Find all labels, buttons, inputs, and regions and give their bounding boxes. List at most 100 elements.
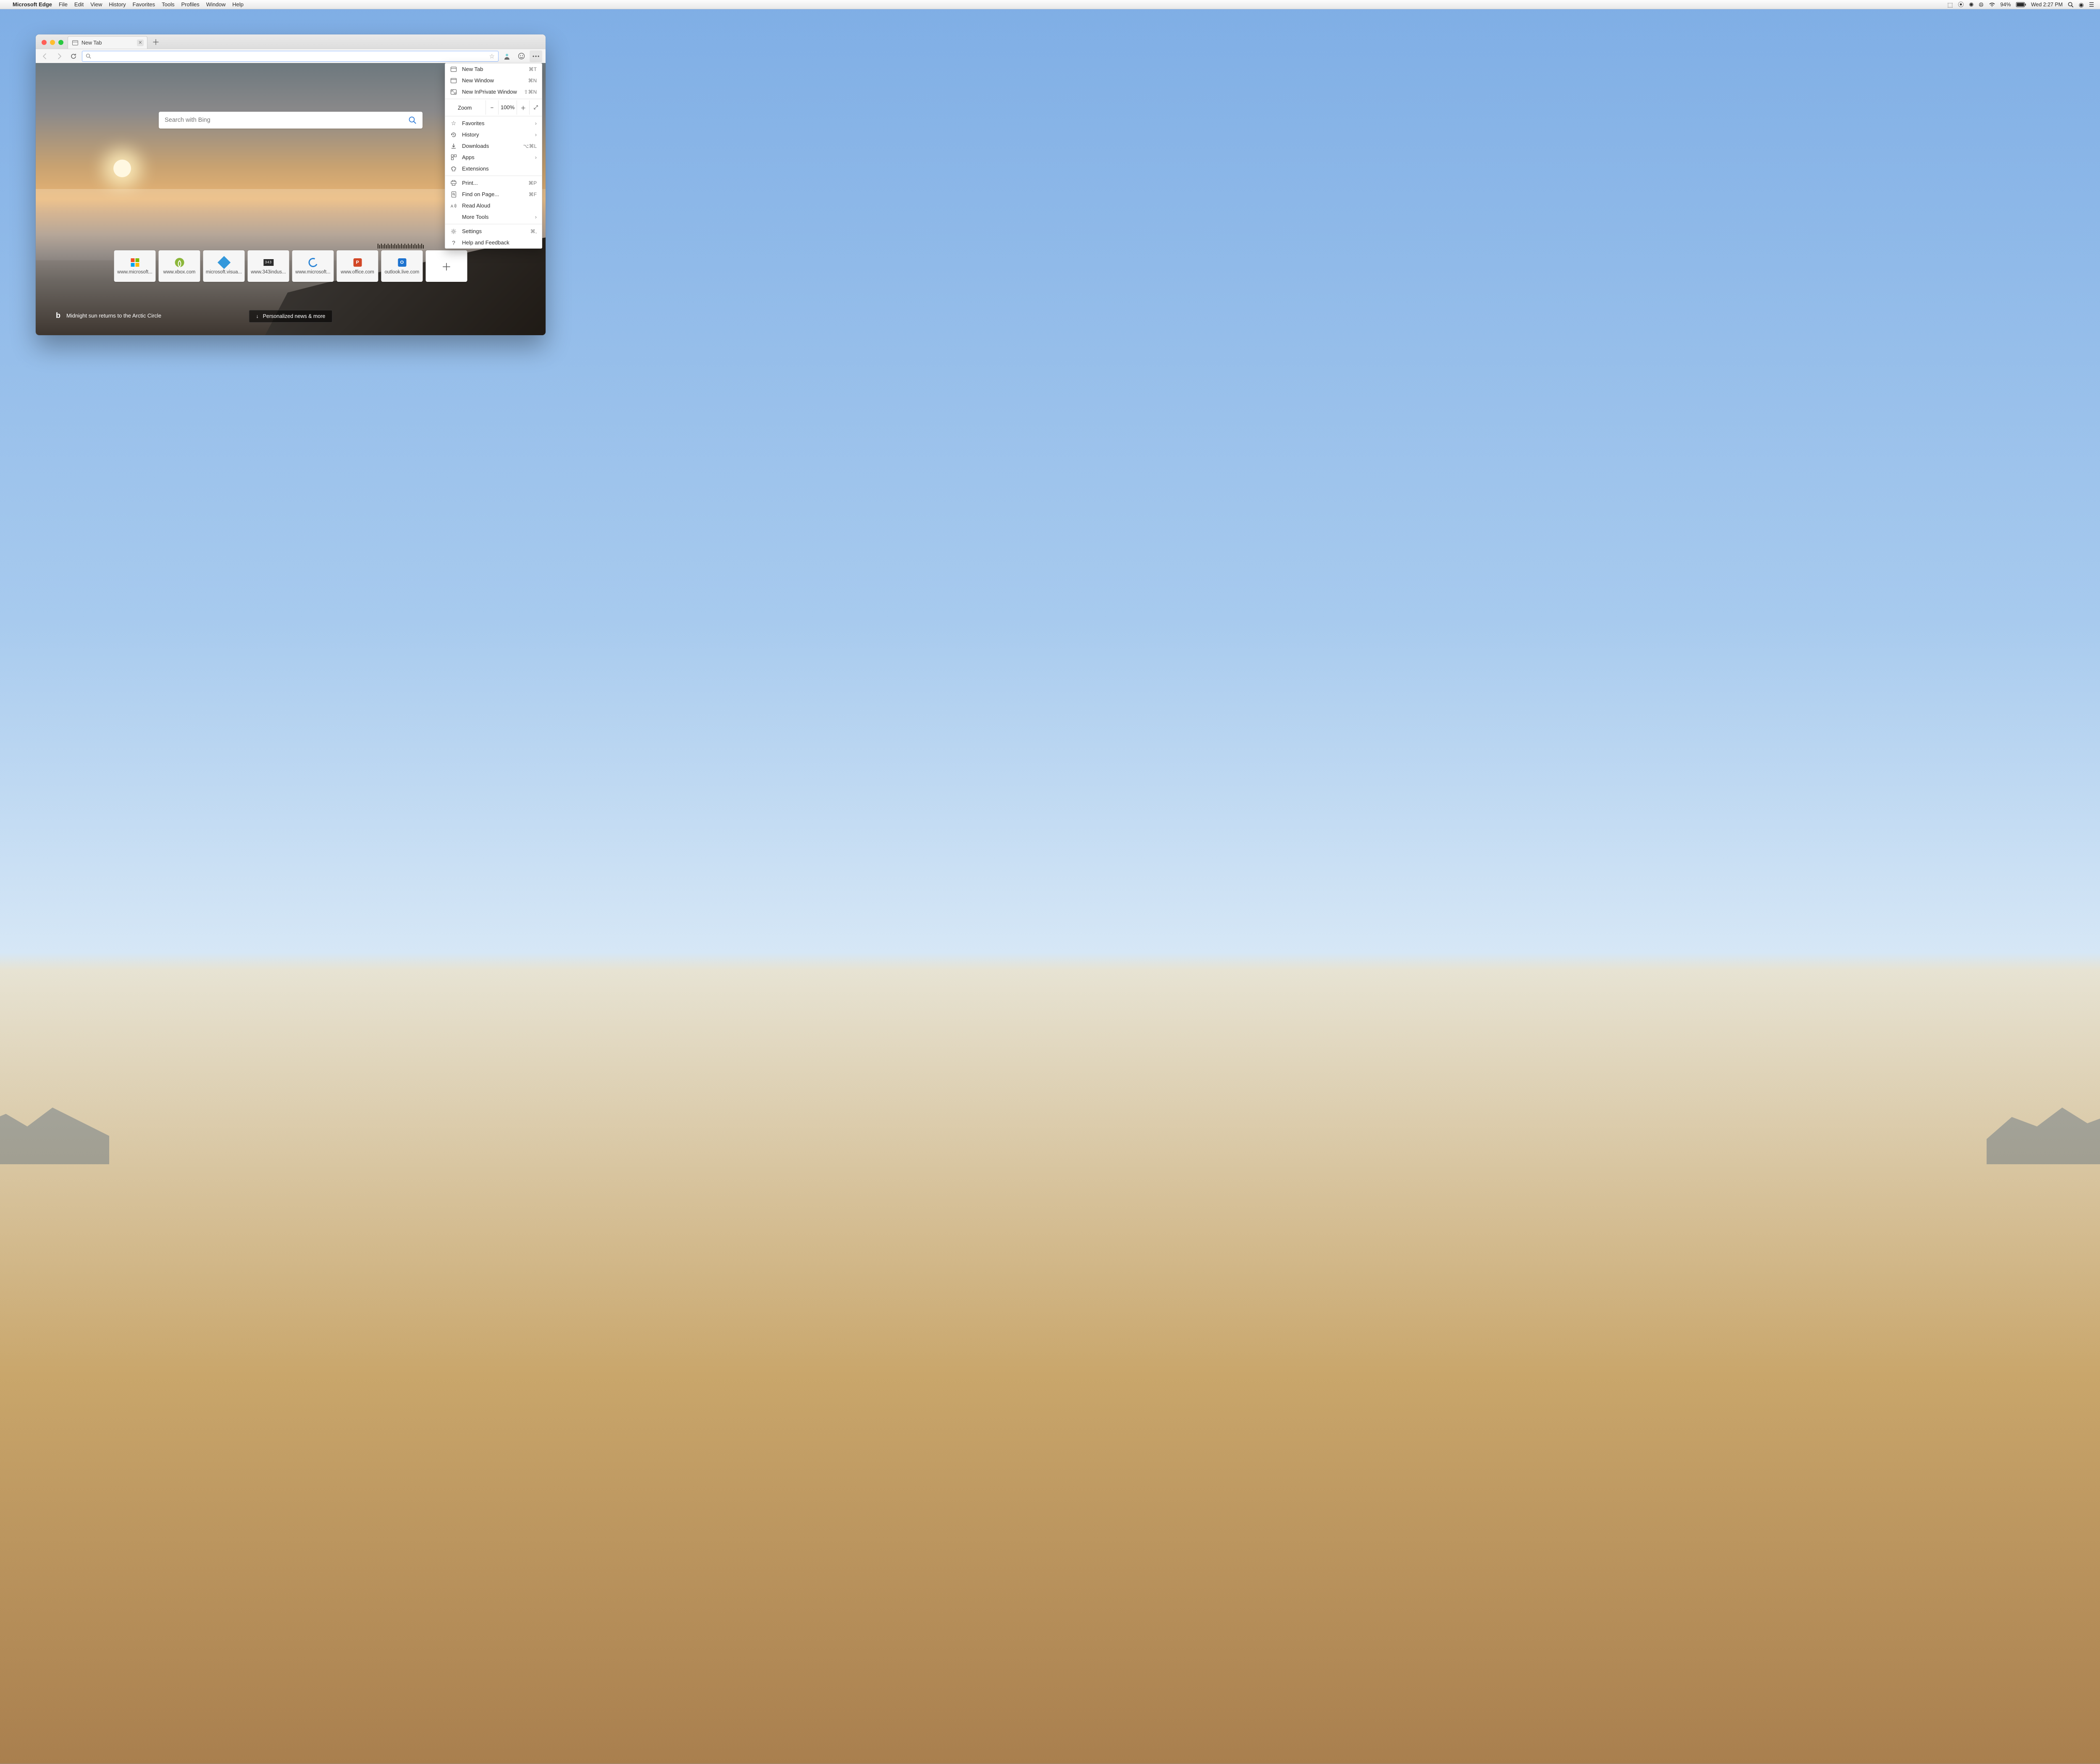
window-close-button[interactable] (42, 40, 47, 45)
menu-favorites[interactable]: ☆ Favorites › (445, 118, 542, 129)
menu-new-inprivate[interactable]: New InPrivate Window ⇧⌘N (445, 86, 542, 97)
help-icon: ? (450, 239, 457, 246)
zoom-label: Zoom (445, 105, 486, 111)
menu-print[interactable]: Print... ⌘P (445, 177, 542, 189)
new-tab-button[interactable]: ＋ (150, 36, 162, 48)
menu-edit[interactable]: Edit (74, 1, 84, 8)
search-icon (86, 53, 91, 59)
smiley-feedback-button[interactable] (515, 50, 527, 62)
apps-icon (450, 155, 457, 160)
extensions-icon (450, 166, 457, 172)
menu-view[interactable]: View (90, 1, 102, 8)
dropbox-icon[interactable]: ⬚ (1948, 2, 1953, 8)
tray-icon-1[interactable]: ⦿ (1958, 2, 1964, 8)
settings-and-more-button[interactable] (530, 50, 542, 62)
address-input[interactable] (94, 53, 486, 59)
ntp-crowd-graphic (378, 242, 449, 249)
read-aloud-icon: A (450, 203, 457, 208)
refresh-button[interactable] (68, 50, 79, 62)
menu-tools[interactable]: Tools (162, 1, 174, 8)
forward-button[interactable] (53, 50, 65, 62)
menu-read-aloud[interactable]: A Read Aloud (445, 200, 542, 211)
menu-file[interactable]: File (59, 1, 68, 8)
chevron-right-icon: › (535, 120, 537, 126)
menu-new-window[interactable]: New Window ⌘N (445, 75, 542, 86)
tile-visualstudio[interactable]: microsoft.visua... (203, 250, 245, 282)
tile-add-shortcut[interactable]: ＋ (426, 250, 467, 282)
battery-icon[interactable] (2016, 2, 2026, 7)
window-zoom-button[interactable] (58, 40, 63, 45)
tile-xbox[interactable]: www.xbox.com (159, 250, 200, 282)
menu-zoom-row: Zoom − 100% ＋ ⤢ (445, 100, 542, 115)
tile-microsoft-2[interactable]: www.microsoft... (292, 250, 334, 282)
tile-outlook[interactable]: Ooutlook.live.com (381, 250, 423, 282)
history-icon (450, 132, 457, 138)
control-center-icon[interactable]: ☰ (2089, 2, 2094, 8)
browser-window: New Tab ✕ ＋ ☆ (36, 34, 546, 335)
globe-icon[interactable]: 🌐︎ (1979, 2, 1983, 8)
ntp-search-icon[interactable] (408, 116, 417, 124)
arrow-down-icon: ↓ (256, 313, 259, 319)
menu-apps[interactable]: Apps › (445, 152, 542, 163)
menu-more-tools[interactable]: More Tools › (445, 211, 542, 223)
menu-window[interactable]: Window (206, 1, 226, 8)
window-minimize-button[interactable] (50, 40, 55, 45)
bing-logo-icon: b (56, 311, 60, 320)
zoom-out-button[interactable]: − (486, 100, 498, 115)
inprivate-icon (450, 89, 457, 94)
new-window-icon (450, 78, 457, 83)
menubar-clock[interactable]: Wed 2:27 PM (2031, 2, 2063, 8)
menu-profiles[interactable]: Profiles (181, 1, 200, 8)
ntp-search-input[interactable] (165, 117, 408, 123)
browser-toolbar: ☆ (36, 49, 546, 63)
gear-icon (450, 228, 457, 234)
menu-find[interactable]: Find on Page... ⌘F (445, 189, 542, 200)
wifi-icon[interactable] (1989, 2, 1995, 7)
tray-icon-2[interactable]: ✺ (1969, 2, 1974, 8)
tab-title: New Tab (81, 40, 102, 46)
spotlight-icon[interactable] (2068, 2, 2074, 8)
download-icon (450, 143, 457, 149)
favorite-star-icon[interactable]: ☆ (489, 52, 495, 60)
back-button[interactable] (39, 50, 51, 62)
news-pill-label: Personalized news & more (263, 313, 326, 319)
menu-help[interactable]: Help (232, 1, 244, 8)
new-tab-icon (450, 67, 457, 72)
tile-microsoft[interactable]: www.microsoft... (114, 250, 156, 282)
menu-settings[interactable]: Settings ⌘, (445, 226, 542, 237)
fullscreen-button[interactable]: ⤢ (529, 100, 542, 115)
tab-favicon-icon (72, 40, 78, 45)
mac-menubar: Microsoft Edge File Edit View History Fa… (0, 0, 2100, 9)
zoom-value: 100% (498, 100, 517, 115)
menu-downloads[interactable]: Downloads ⌥⌘L (445, 140, 542, 152)
zoom-in-button[interactable]: ＋ (517, 100, 529, 115)
tab-active[interactable]: New Tab ✕ (68, 36, 147, 49)
menu-favorites[interactable]: Favorites (133, 1, 155, 8)
tab-strip: New Tab ✕ ＋ (36, 34, 546, 49)
quick-links-row: www.microsoft... www.xbox.com microsoft.… (114, 250, 467, 282)
ntp-search-box[interactable] (159, 112, 423, 129)
menu-history[interactable]: History › (445, 129, 542, 140)
ntp-image-caption[interactable]: b Midnight sun returns to the Arctic Cir… (56, 311, 161, 320)
svg-text:A: A (451, 204, 453, 208)
chevron-right-icon: › (535, 131, 537, 138)
menu-extensions[interactable]: Extensions (445, 163, 542, 174)
chevron-right-icon: › (535, 154, 537, 160)
menubar-appname[interactable]: Microsoft Edge (13, 1, 52, 8)
window-traffic-lights (42, 40, 63, 45)
ntp-caption-text: Midnight sun returns to the Arctic Circl… (66, 312, 161, 319)
menu-history[interactable]: History (109, 1, 126, 8)
tab-close-button[interactable]: ✕ (137, 39, 144, 46)
siri-icon[interactable]: ◉ (2079, 2, 2084, 8)
tile-343industries[interactable]: 343www.343indus... (248, 250, 289, 282)
tile-office[interactable]: Pwww.office.com (337, 250, 378, 282)
profile-button[interactable] (501, 50, 513, 62)
print-icon (450, 180, 457, 186)
desktop-mountain-right (1987, 1101, 2100, 1164)
menu-help-feedback[interactable]: ? Help and Feedback (445, 237, 542, 248)
star-icon: ☆ (450, 120, 457, 127)
menu-new-tab[interactable]: New Tab ⌘T (445, 63, 542, 75)
battery-percent[interactable]: 94% (2000, 2, 2011, 8)
ntp-news-expand[interactable]: ↓ Personalized news & more (249, 310, 333, 323)
address-bar[interactable]: ☆ (82, 51, 499, 62)
